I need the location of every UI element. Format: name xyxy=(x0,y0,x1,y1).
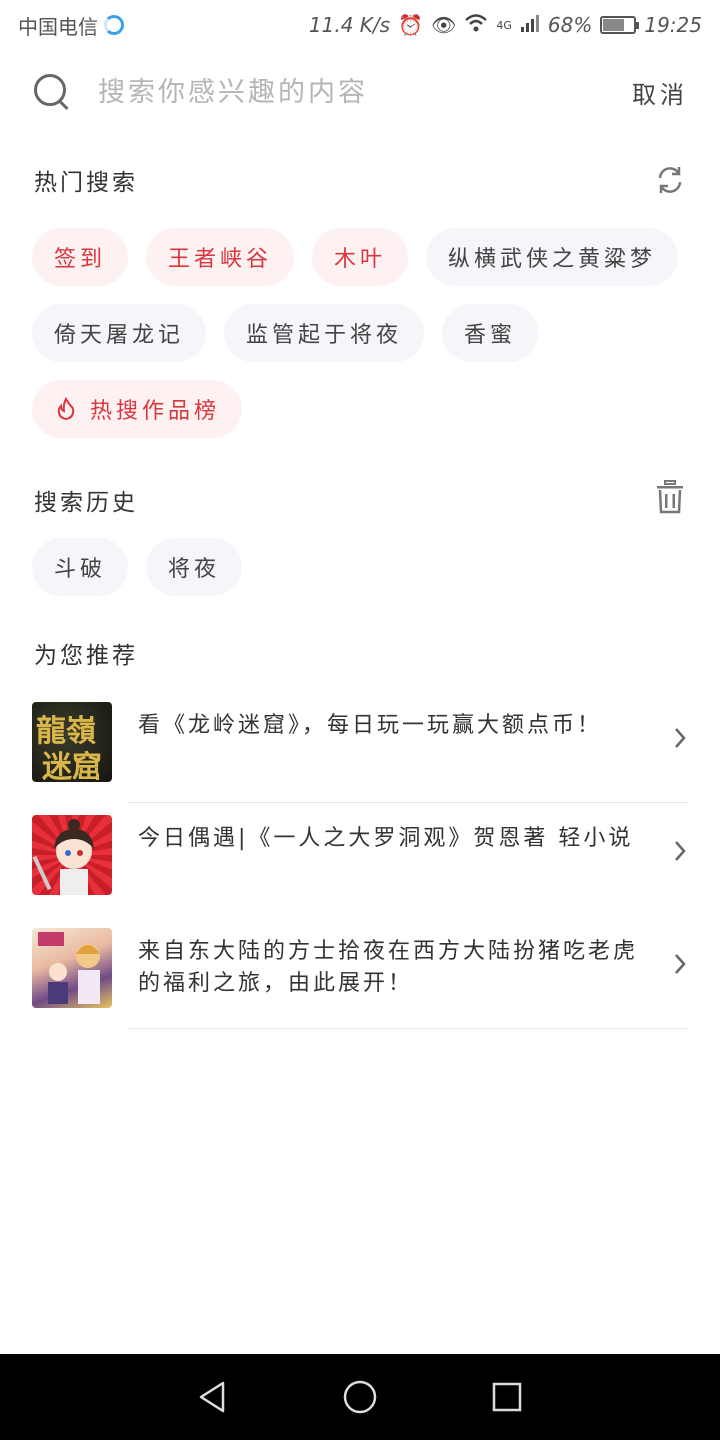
recommend-header: 为您推荐 xyxy=(34,636,686,670)
history-chips: 斗破 将夜 xyxy=(32,538,688,596)
fire-icon xyxy=(57,397,75,421)
history-chip[interactable]: 斗破 xyxy=(32,538,129,596)
chevron-right-icon xyxy=(675,841,686,861)
wifi-icon xyxy=(464,13,488,38)
hot-search-chip[interactable]: 签到 xyxy=(32,228,129,286)
list-item-text: 今日偶遇|《一人之大罗洞观》贺恩著 轻小说 xyxy=(138,826,634,851)
network-type: 4G xyxy=(496,18,512,32)
list-item-text: 看《龙岭迷窟》，每日玩一玩赢大额点币！ xyxy=(138,713,603,738)
search-icon[interactable] xyxy=(32,72,72,112)
list-item[interactable]: 今日偶遇|《一人之大罗洞观》贺恩著 轻小说 xyxy=(32,803,688,916)
hot-search-chip[interactable]: 纵横武侠之黄粱梦 xyxy=(426,228,679,286)
hot-search-chips: 签到 王者峡谷 木叶 纵横武侠之黄粱梦倚天屠龙记 监管起于将夜 香蜜热搜作品榜 xyxy=(32,228,688,438)
signal-icon xyxy=(520,13,540,38)
recents-icon[interactable] xyxy=(487,1377,527,1417)
hot-ranking-button[interactable]: 热搜作品榜 xyxy=(32,380,243,438)
list-item[interactable]: 龍嶺 迷窟 看《龙岭迷窟》，每日玩一玩赢大额点币！ xyxy=(32,690,688,803)
history-chip[interactable]: 将夜 xyxy=(146,538,243,596)
history-title: 搜索历史 xyxy=(34,490,138,516)
home-icon[interactable] xyxy=(340,1377,380,1417)
history-header: 搜索历史 xyxy=(34,480,686,520)
cover-image xyxy=(32,815,112,895)
search-bar: 取消 xyxy=(0,60,720,124)
hot-search-chip[interactable]: 监管起于将夜 xyxy=(224,304,425,362)
hot-search-title: 热门搜索 xyxy=(34,170,138,196)
alarm-icon: ⏰ xyxy=(398,13,423,37)
hot-search-header: 热门搜索 xyxy=(34,163,686,197)
recommend-title: 为您推荐 xyxy=(34,643,138,669)
status-left: 中国电信 xyxy=(18,11,124,40)
eye-icon: 👁 xyxy=(430,13,457,37)
hot-search-chip[interactable]: 王者峡谷 xyxy=(146,228,295,286)
divider xyxy=(128,1028,688,1029)
status-right: 11.4 K/s ⏰ 👁 4G 68% 19:25 xyxy=(309,13,702,38)
battery-icon xyxy=(600,16,640,34)
cancel-button[interactable]: 取消 xyxy=(632,75,688,110)
trash-icon[interactable] xyxy=(654,480,686,520)
character-illustration xyxy=(32,819,94,895)
clock: 19:25 xyxy=(644,13,702,37)
cover-image: 龍嶺 迷窟 xyxy=(32,702,112,782)
list-item[interactable]: 来自东大陆的方士拾夜在西方大陆扮猪吃老虎的福利之旅，由此展开！ xyxy=(32,916,688,1029)
status-bar: 中国电信 11.4 K/s ⏰ 👁 4G 68% 19:25 xyxy=(0,0,720,50)
chevron-right-icon xyxy=(675,954,686,974)
cover-title-2: 迷窟 xyxy=(42,750,102,782)
characters-illustration xyxy=(38,932,100,1004)
loading-icon xyxy=(104,15,124,35)
search-input[interactable] xyxy=(98,76,578,108)
hot-search-chip[interactable]: 木叶 xyxy=(312,228,409,286)
chevron-right-icon xyxy=(675,728,686,748)
battery-percent: 68% xyxy=(547,13,593,37)
hot-ranking-label: 热搜作品榜 xyxy=(90,399,221,424)
cover-image xyxy=(32,928,112,1008)
hot-search-chip[interactable]: 香蜜 xyxy=(442,304,539,362)
carrier-label: 中国电信 xyxy=(18,14,98,39)
recommend-list: 龍嶺 迷窟 看《龙岭迷窟》，每日玩一玩赢大额点币！ 今日偶遇|《一人之大罗洞观》… xyxy=(32,690,688,1029)
system-nav-bar xyxy=(0,1354,720,1440)
refresh-icon[interactable] xyxy=(654,164,686,196)
battery-fill xyxy=(603,19,624,31)
list-item-text: 来自东大陆的方士拾夜在西方大陆扮猪吃老虎的福利之旅，由此展开！ xyxy=(138,939,639,996)
back-icon[interactable] xyxy=(193,1377,233,1417)
hot-search-chip[interactable]: 倚天屠龙记 xyxy=(32,304,207,362)
network-speed: 11.4 K/s xyxy=(308,13,391,37)
